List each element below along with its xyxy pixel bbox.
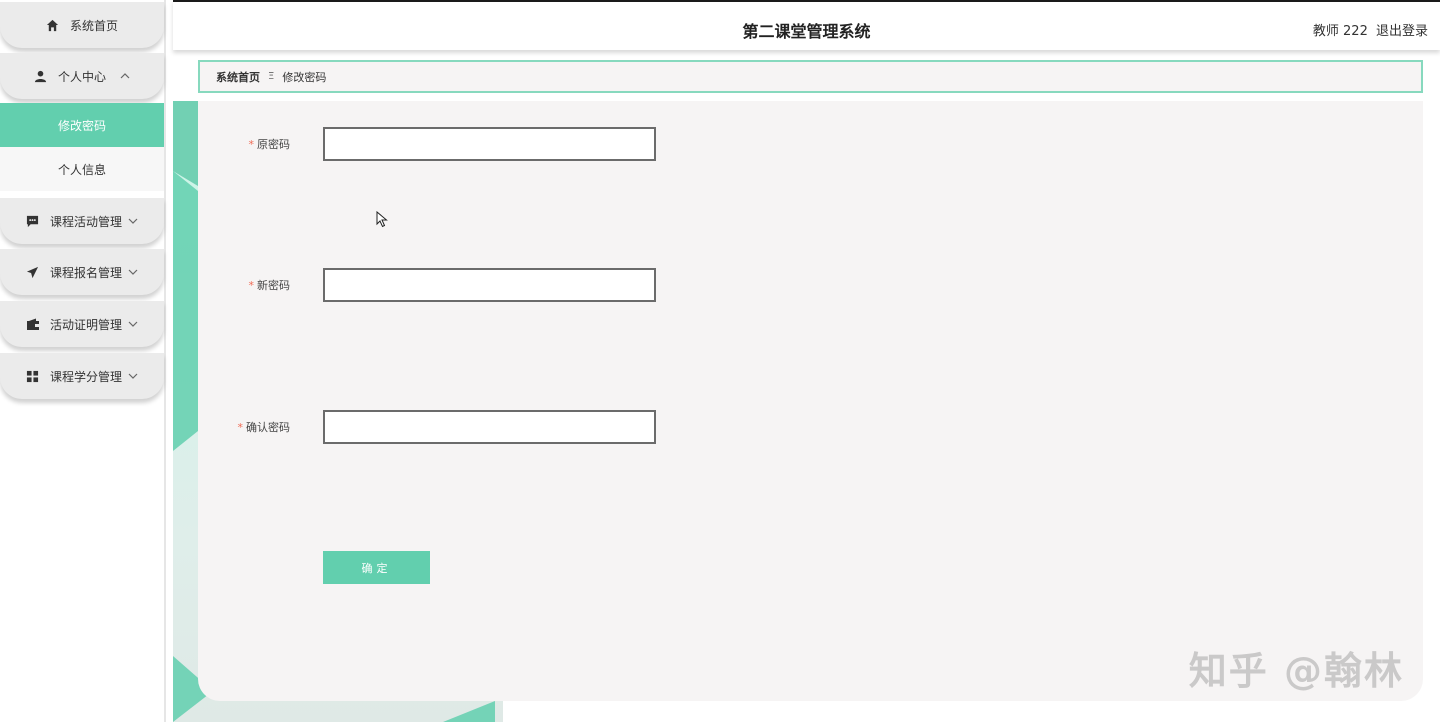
required-mark: * [248, 138, 255, 151]
sidebar-item-label: 系统首页 [69, 18, 118, 33]
breadcrumb-separator: Ξ [268, 71, 275, 82]
sidebar: 系统首页 个人中心 修改密码 个人信息 课程活动管理 课程报名管理 活动证明管理… [0, 0, 166, 722]
field-label-text: 原密码 [257, 138, 290, 151]
home-icon [46, 18, 60, 32]
chevron-down-icon [128, 373, 138, 379]
sidebar-item-label: 课程报名管理 [49, 265, 122, 280]
app-title: 第二课堂管理系统 [742, 22, 871, 41]
breadcrumb-current: 修改密码 [282, 70, 327, 84]
sidebar-item-course-credit[interactable]: 课程学分管理 [0, 353, 164, 399]
mouse-cursor-icon [376, 210, 388, 232]
user-label: 教师 222 [1312, 24, 1368, 39]
field-label-text: 新密码 [257, 279, 290, 292]
sidebar-subitem-label: 修改密码 [57, 118, 106, 133]
confirm-password-input[interactable] [323, 410, 656, 444]
chevron-up-icon [120, 73, 130, 79]
wallet-icon [26, 317, 40, 331]
change-password-form: * 原密码 * 新密码 * 确认密码 确定 [198, 101, 1423, 701]
old-password-input[interactable] [323, 127, 656, 161]
sidebar-item-label: 课程学分管理 [49, 369, 122, 384]
form-row-confirm-password: * 确认密码 [198, 410, 798, 444]
sidebar-subitem-personal-info[interactable]: 个人信息 [0, 147, 164, 191]
chevron-down-icon [128, 269, 138, 275]
breadcrumb: 系统首页 Ξ 修改密码 [198, 60, 1423, 93]
required-mark: * [248, 279, 255, 292]
form-row-old-password: * 原密码 [198, 127, 798, 161]
user-icon [34, 69, 48, 83]
sidebar-subitem-change-password[interactable]: 修改密码 [0, 103, 164, 147]
sidebar-subitem-label: 个人信息 [57, 162, 106, 177]
grid-icon [26, 369, 40, 383]
required-mark: * [237, 421, 244, 434]
sidebar-item-label: 课程活动管理 [49, 214, 122, 229]
sidebar-item-activity-proof[interactable]: 活动证明管理 [0, 301, 164, 347]
breadcrumb-home[interactable]: 系统首页 [216, 69, 260, 85]
form-row-new-password: * 新密码 [198, 268, 798, 302]
sidebar-item-course-activity[interactable]: 课程活动管理 [0, 198, 164, 244]
send-icon [26, 265, 40, 279]
sidebar-item-personal-center[interactable]: 个人中心 [0, 53, 164, 99]
top-header: 第二课堂管理系统 教师 222 退出登录 [173, 0, 1440, 50]
chevron-down-icon [128, 321, 138, 327]
confirm-password-label: * 确认密码 [238, 419, 291, 435]
sidebar-item-label: 个人中心 [57, 69, 106, 84]
logout-link[interactable]: 退出登录 [1376, 24, 1428, 39]
user-area: 教师 222 退出登录 [1309, 20, 1428, 39]
sidebar-item-course-signup[interactable]: 课程报名管理 [0, 249, 164, 295]
new-password-input[interactable] [323, 268, 656, 302]
watermark-text: 知乎 @翰林 [1188, 649, 1404, 693]
new-password-label: * 新密码 [249, 277, 291, 293]
chat-icon [26, 214, 40, 228]
sidebar-item-label: 活动证明管理 [49, 317, 122, 332]
sidebar-item-home[interactable]: 系统首页 [0, 2, 164, 48]
old-password-label: * 原密码 [249, 136, 291, 152]
confirm-button[interactable]: 确定 [323, 551, 430, 584]
field-label-text: 确认密码 [246, 421, 290, 434]
chevron-down-icon [128, 218, 138, 224]
